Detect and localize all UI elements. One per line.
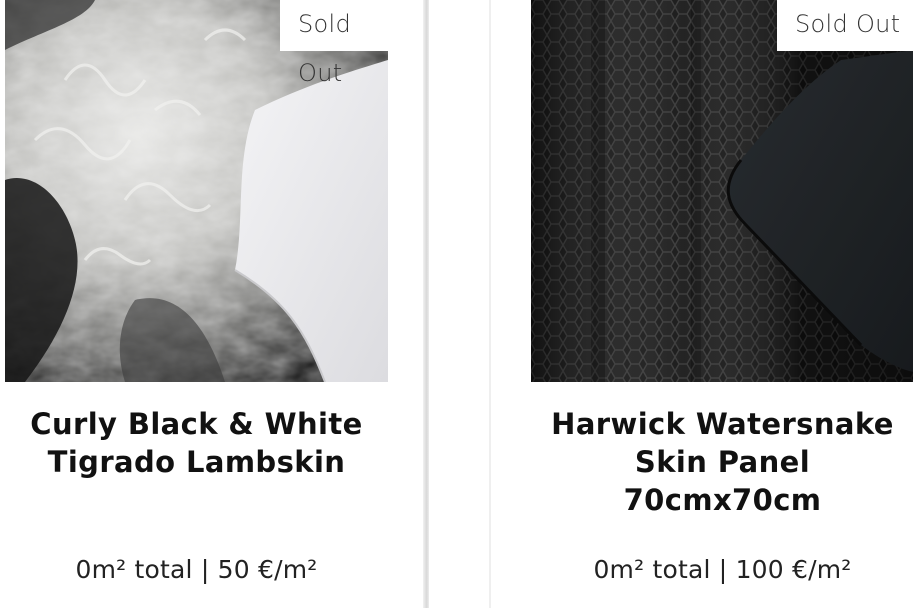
product-title[interactable]: Harwick Watersnake Skin Panel 70cmx70cm <box>531 405 913 519</box>
product-grid: Sold Out Curly Black & White Tigrado Lam… <box>0 0 913 608</box>
sold-out-badge: Sold Out <box>777 0 913 51</box>
card-divider <box>423 0 429 608</box>
watersnake-skin-photo-icon <box>531 0 913 382</box>
product-price: 0m² total | 50 €/m² <box>75 555 318 584</box>
product-title[interactable]: Curly Black & White Tigrado Lambskin <box>5 405 388 481</box>
product-price: 0m² total | 100 €/m² <box>593 555 852 584</box>
product-image[interactable]: Sold Out <box>531 0 913 382</box>
product-card[interactable]: Sold Out Curly Black & White Tigrado Lam… <box>5 0 388 608</box>
product-image[interactable]: Sold Out <box>5 0 388 382</box>
card-divider <box>489 0 491 608</box>
product-card[interactable]: Sold Out Harwick Watersnake Skin Panel 7… <box>531 0 913 608</box>
sold-out-badge: Sold Out <box>280 0 388 87</box>
